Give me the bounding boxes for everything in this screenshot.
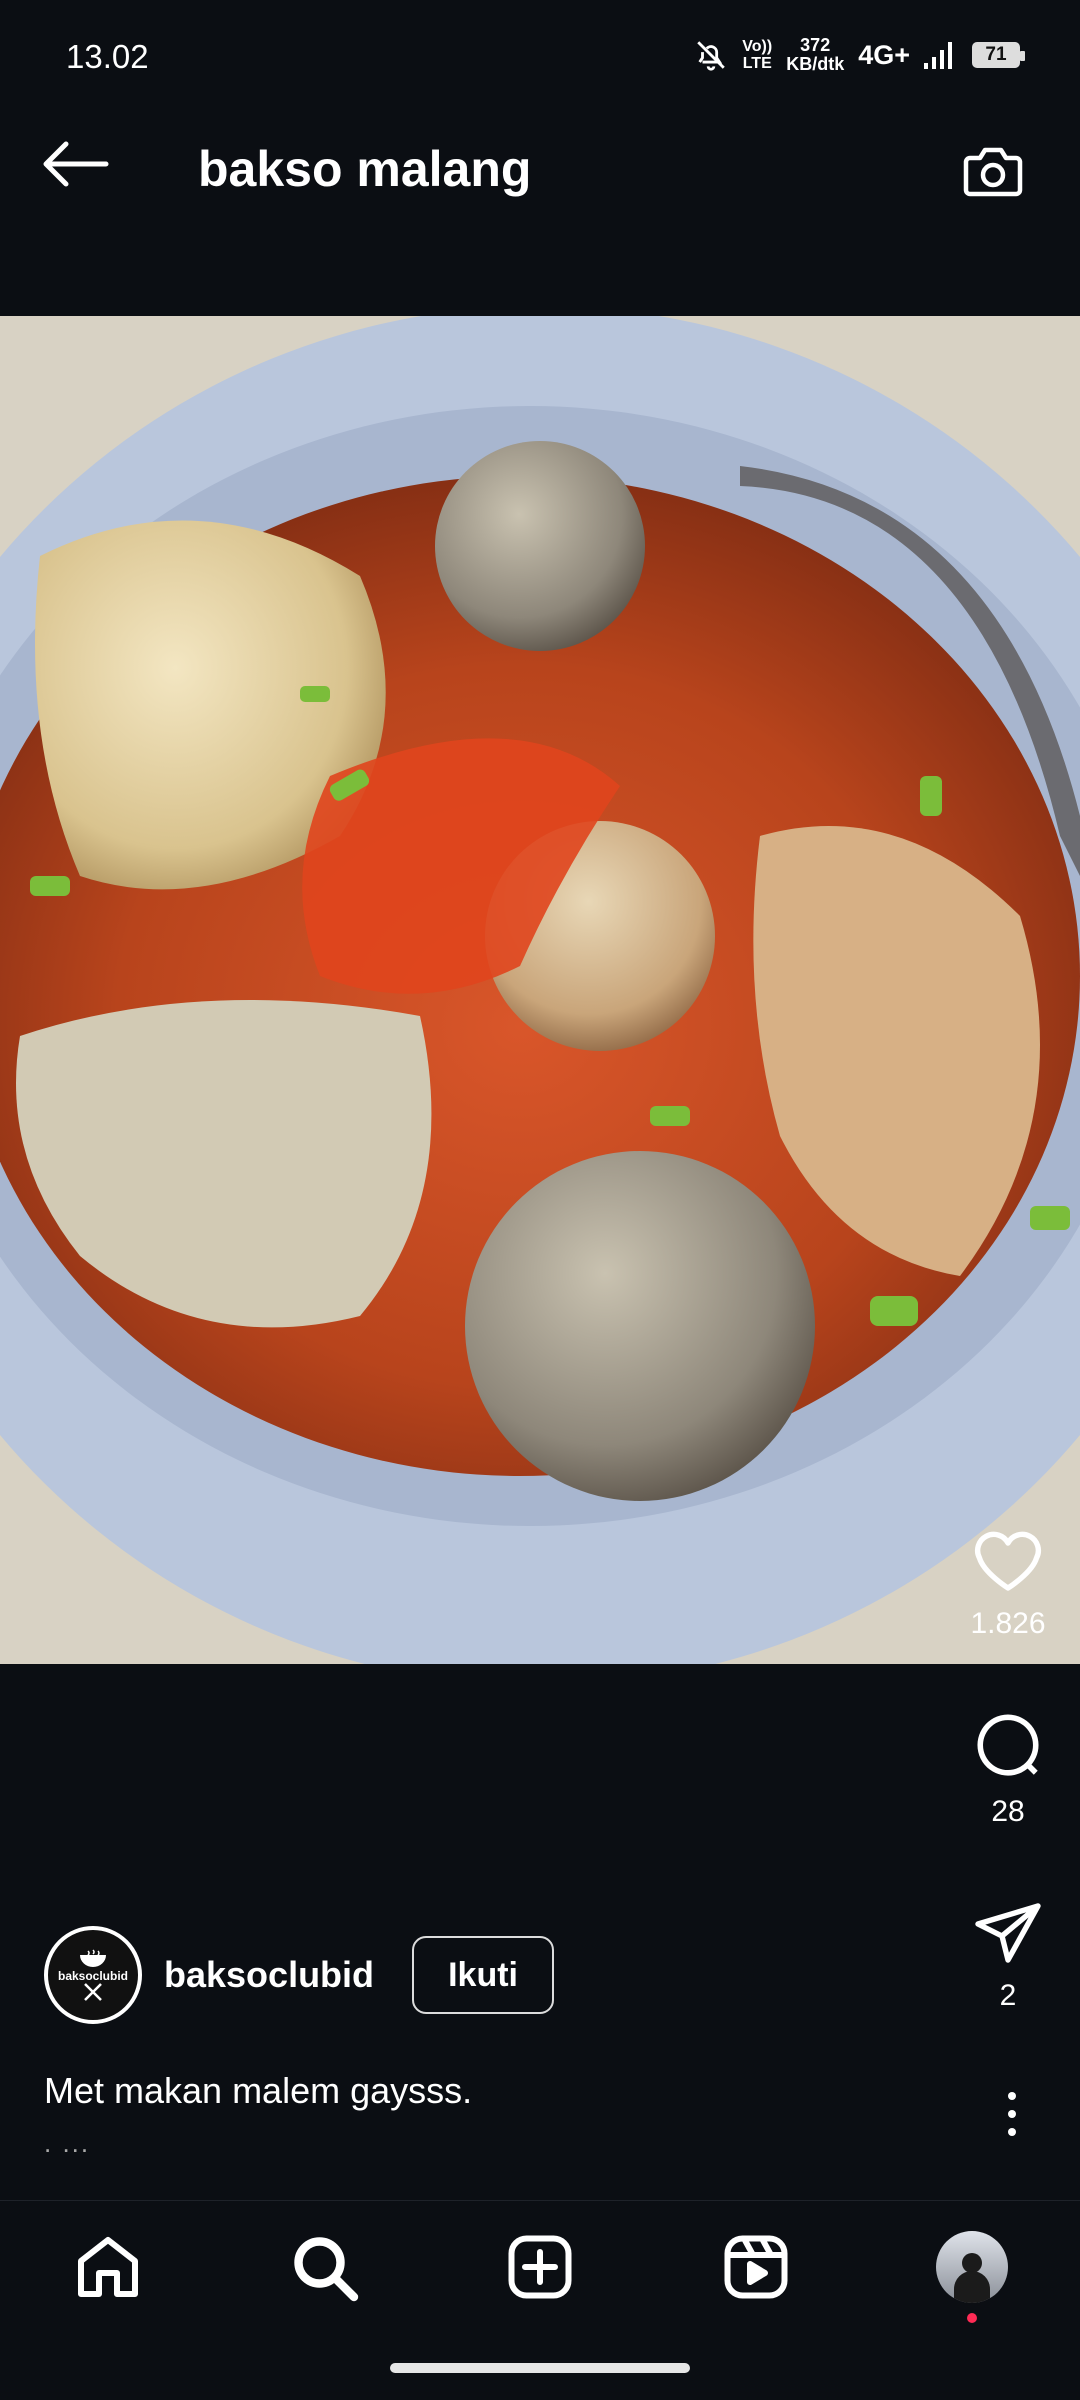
- plus-square-icon[interactable]: [504, 2231, 576, 2303]
- more-options-icon[interactable]: [1004, 2090, 1020, 2138]
- heart-icon[interactable]: [971, 1528, 1045, 1594]
- notification-dot: [967, 2313, 977, 2323]
- bell-off-icon: [697, 41, 726, 71]
- status-icons: Vo)) LTE 372 KB/dtk 4G+ 71: [694, 35, 1025, 74]
- volte-indicator: Vo)) LTE: [742, 38, 773, 72]
- like-action: 1.826: [960, 1528, 1056, 1641]
- post-image[interactable]: [0, 316, 1080, 1664]
- reels-icon[interactable]: [720, 2231, 792, 2303]
- author-username[interactable]: baksoclubid: [164, 1954, 374, 1996]
- status-time: 13.02: [66, 38, 149, 75]
- avatar[interactable]: baksoclubid: [44, 1926, 142, 2024]
- home-icon[interactable]: [72, 2231, 144, 2303]
- header: bakso malang: [0, 92, 1080, 312]
- utensils-icon: [84, 1983, 102, 2001]
- author-row: baksoclubid baksoclubid Ikuti: [44, 1926, 555, 2024]
- comment-icon[interactable]: [971, 1708, 1045, 1782]
- page-title: bakso malang: [198, 141, 532, 197]
- bottom-nav: [0, 2200, 1080, 2331]
- search-icon[interactable]: [288, 2231, 360, 2303]
- bowl-icon: [80, 1949, 106, 1967]
- caption-more[interactable]: . ...: [44, 2128, 90, 2159]
- send-icon[interactable]: [971, 1900, 1045, 1966]
- avatar-logo-text: baksoclubid: [57, 1969, 128, 1983]
- follow-button[interactable]: Ikuti: [412, 1936, 555, 2014]
- comment-count: 28: [991, 1795, 1025, 1828]
- battery-indicator: 71: [972, 42, 1025, 68]
- network-speed: 372 KB/dtk: [786, 35, 845, 74]
- camera-icon[interactable]: [960, 140, 1026, 200]
- post-caption[interactable]: Met makan malem gaysss.: [44, 2070, 472, 2112]
- profile-avatar[interactable]: [936, 2231, 1008, 2323]
- signal-icon: [924, 42, 952, 69]
- comment-action: 28: [960, 1708, 1056, 1829]
- network-type: 4G+: [858, 39, 910, 70]
- share-action: 2: [960, 1900, 1056, 2013]
- status-bar: 13.02 Vo)) LTE 372 KB/dtk 4G+ 71: [0, 0, 1080, 92]
- food-photo: [0, 316, 1080, 1664]
- back-button[interactable]: [40, 138, 110, 190]
- home-indicator[interactable]: [390, 2363, 690, 2373]
- share-count: 2: [999, 1979, 1017, 2012]
- like-count: 1.826: [970, 1607, 1046, 1640]
